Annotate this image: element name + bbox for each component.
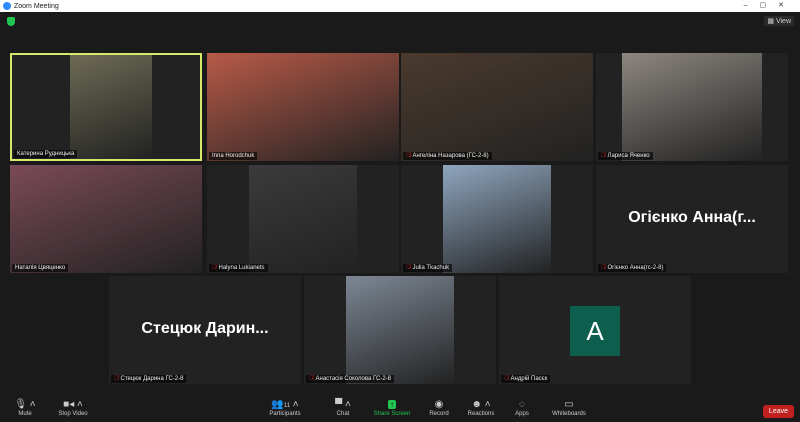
whiteboards-button[interactable]: ▭ Whiteboards bbox=[544, 399, 594, 417]
participants-label: Participants bbox=[269, 411, 301, 417]
muted-mic-icon: 🎙̸ bbox=[504, 376, 509, 382]
mute-button[interactable]: 🎙 ˄ Mute bbox=[0, 399, 50, 417]
microphone-icon: 🎙 ˄ bbox=[14, 399, 36, 410]
participant-name-tag: 🎙̸ Лариса Яченко bbox=[598, 152, 653, 160]
participant-name-tag: Inna Horodchuk bbox=[209, 152, 258, 160]
share-screen-icon: ↑ bbox=[388, 400, 396, 409]
chat-icon: ▀ ˄ bbox=[335, 399, 351, 410]
participant-count: 11 bbox=[283, 403, 291, 409]
participant-name: Inna Horodchuk bbox=[212, 153, 255, 159]
participant-name: Андрій Пасєк bbox=[510, 376, 548, 382]
muted-mic-icon: 🎙̸ bbox=[601, 153, 606, 159]
participant-video bbox=[401, 53, 593, 161]
muted-mic-icon: 🎙̸ bbox=[406, 153, 411, 159]
participant-tile[interactable]: 🎙̸ Julia Tkachuk bbox=[401, 165, 593, 273]
participant-name-tag: 🎙̸ Огієнко Анна(гс-2-8) bbox=[598, 264, 667, 272]
participant-tile[interactable]: 🎙̸ Лариса Яченко bbox=[596, 53, 788, 161]
participant-name: Стецюк Дарина ГС-2-8 bbox=[120, 376, 184, 382]
participants-button[interactable]: 👥11 ˄ Participants bbox=[260, 399, 310, 417]
whiteboards-label: Whiteboards bbox=[552, 411, 586, 417]
share-screen-button[interactable]: ↑ Share Screen bbox=[367, 399, 417, 417]
participant-tile[interactable]: Наталія Цвяценко bbox=[10, 165, 202, 273]
participant-name-tag: 🎙̸ Стецюк Дарина ГС-2-8 bbox=[111, 375, 187, 383]
muted-mic-icon: 🎙̸ bbox=[212, 265, 217, 271]
view-label: View bbox=[775, 18, 791, 25]
participant-video bbox=[622, 53, 762, 161]
participant-tile[interactable]: Стецюк Дарин... 🎙̸ Стецюк Дарина ГС-2-8 bbox=[109, 276, 301, 384]
participant-name: Julia Tkachuk bbox=[412, 265, 450, 271]
chat-button[interactable]: ▀ ˄ Chat bbox=[318, 399, 368, 417]
muted-mic-icon: 🎙̸ bbox=[406, 265, 411, 271]
view-button[interactable]: ▦ View bbox=[764, 16, 794, 26]
chat-label: Chat bbox=[336, 411, 350, 417]
participant-name: Катерина Рудницька bbox=[17, 151, 75, 157]
window-controls[interactable]: –▢✕ bbox=[744, 1, 796, 9]
apps-label: Apps bbox=[515, 411, 529, 417]
window-title: Zoom Meeting bbox=[14, 2, 59, 10]
participant-name-tag: 🎙̸ Halyna Lukianets bbox=[209, 264, 268, 272]
apps-button[interactable]: ◌ Apps bbox=[497, 399, 547, 417]
participant-name: Ангеліна Назарова (ГС-2-8) bbox=[412, 153, 489, 159]
muted-mic-icon: 🎙̸ bbox=[309, 376, 314, 382]
participant-name-tag: 🎙̸ Анастасія Соколова ГС-2-8 bbox=[306, 375, 394, 383]
participant-name: Наталія Цвяценко bbox=[15, 265, 66, 271]
participant-video bbox=[207, 53, 399, 161]
participant-tile[interactable]: 🎙̸ Halyna Lukianets bbox=[207, 165, 399, 273]
participant-video bbox=[443, 165, 551, 273]
stop-video-button[interactable]: ■◂ ˄ Stop Video bbox=[48, 399, 98, 417]
participant-video bbox=[249, 165, 357, 273]
participant-tile[interactable]: Inna Horodchuk bbox=[207, 53, 399, 161]
title-bar: Zoom Meeting –▢✕ bbox=[0, 0, 800, 12]
participant-name-tag: 🎙̸ Андрій Пасєк bbox=[501, 375, 551, 383]
participant-video bbox=[70, 55, 152, 159]
participant-display-name: Огієнко Анна(г... bbox=[628, 209, 756, 226]
meeting-toolbar: 🎙 ˄ Mute ■◂ ˄ Stop Video 👥11 ˄ Participants… bbox=[0, 396, 800, 422]
leave-button[interactable]: Leave bbox=[762, 405, 794, 418]
participants-icon: 👥11 ˄ bbox=[271, 399, 299, 410]
participant-name: Лариса Яченко bbox=[607, 153, 650, 159]
muted-mic-icon: 🎙̸ bbox=[114, 376, 119, 382]
apps-icon: ◌ bbox=[519, 399, 525, 410]
participant-name: Анастасія Соколова ГС-2-8 bbox=[315, 376, 392, 382]
security-shield-icon[interactable] bbox=[7, 17, 15, 26]
stop-video-label: Stop Video bbox=[58, 411, 88, 417]
participant-tile[interactable]: Катерина Рудницька bbox=[10, 53, 202, 161]
participant-name: Огієнко Анна(гс-2-8) bbox=[607, 265, 664, 271]
zoom-logo-icon bbox=[3, 2, 11, 10]
mute-label: Mute bbox=[18, 411, 32, 417]
share-screen-label: Share Screen bbox=[373, 411, 411, 417]
camera-icon: ■◂ ˄ bbox=[63, 399, 83, 410]
participant-tile[interactable]: 🎙̸ Анастасія Соколова ГС-2-8 bbox=[304, 276, 496, 384]
participant-video bbox=[10, 165, 202, 273]
participant-tile[interactable]: 🎙̸ Ангеліна Назарова (ГС-2-8) bbox=[401, 53, 593, 161]
whiteboard-icon: ▭ bbox=[564, 399, 574, 410]
participant-name-tag: Наталія Цвяценко bbox=[12, 264, 69, 272]
participant-tile[interactable]: Огієнко Анна(г... 🎙̸ Огієнко Анна(гс-2-8) bbox=[596, 165, 788, 273]
participant-tile[interactable]: A 🎙̸ Андрій Пасєк bbox=[499, 276, 691, 384]
participant-avatar: A bbox=[570, 306, 620, 356]
participant-name: Halyna Lukianets bbox=[218, 265, 265, 271]
participant-name-tag: 🎙̸ Ангеліна Назарова (ГС-2-8) bbox=[403, 152, 492, 160]
participant-name-tag: 🎙̸ Julia Tkachuk bbox=[403, 264, 453, 272]
participant-name-tag: Катерина Рудницька bbox=[14, 150, 78, 158]
muted-mic-icon: 🎙̸ bbox=[601, 265, 606, 271]
participant-display-name: Стецюк Дарин... bbox=[141, 320, 269, 337]
participant-video bbox=[346, 276, 454, 384]
